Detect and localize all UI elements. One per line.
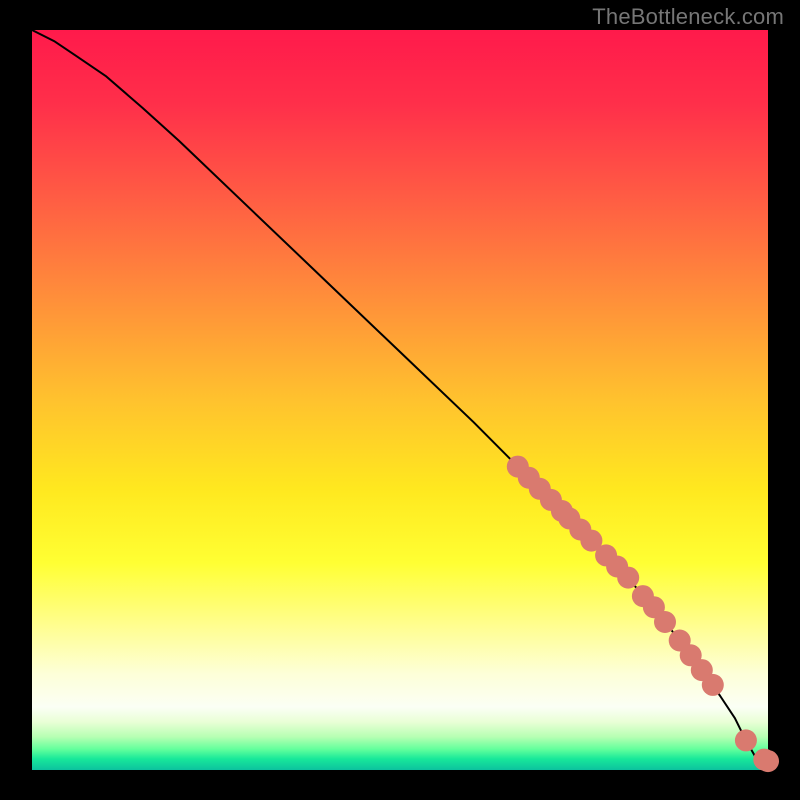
plot-background (32, 30, 768, 770)
marker-point (702, 674, 724, 696)
marker-point (735, 729, 757, 751)
marker-point (617, 567, 639, 589)
chart-frame: TheBottleneck.com (0, 0, 800, 800)
chart-svg (0, 0, 800, 800)
marker-point (757, 750, 779, 772)
watermark-text: TheBottleneck.com (592, 4, 784, 30)
marker-point (654, 611, 676, 633)
